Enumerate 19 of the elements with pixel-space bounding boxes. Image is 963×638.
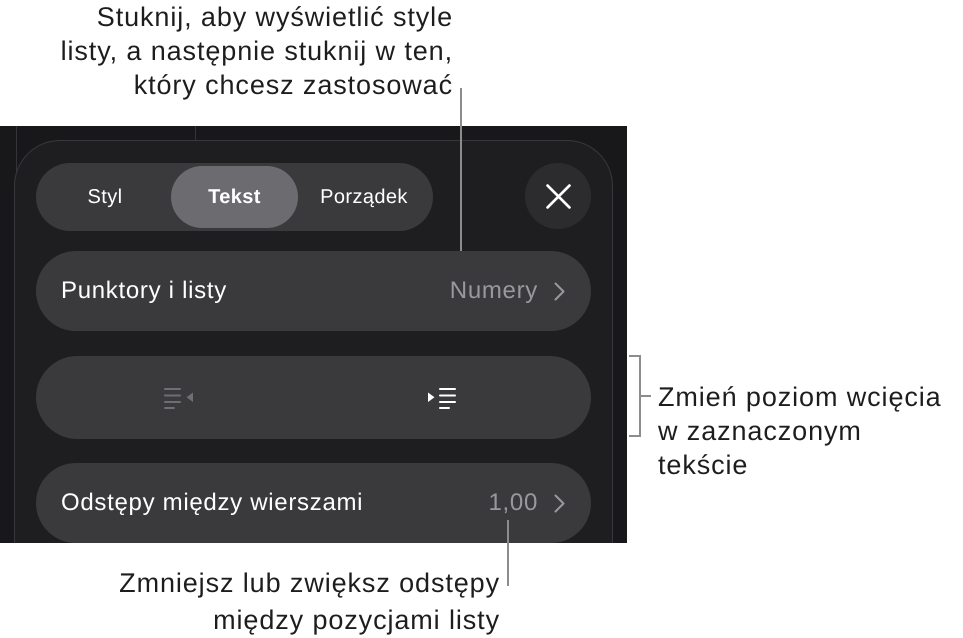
row-value: 1,00 (488, 488, 538, 518)
settings-row[interactable]: Odstępy między wierszami 1,00 (36, 463, 591, 543)
callout-text: Zmniejsz lub zwiększ odstępy między pozycjami listy (119, 567, 500, 637)
row-label: Odstępy między wierszami (61, 488, 364, 518)
chevron-icon (554, 494, 565, 512)
close-icon (546, 184, 570, 208)
tab[interactable]: Porządek (298, 166, 430, 228)
indent-button[interactable] (426, 386, 457, 408)
indent-icon (426, 386, 457, 408)
settings-row[interactable]: Punktory i listy Numery (36, 251, 591, 331)
callout-text: Zmień poziom wcięcia w zaznaczonym tekście (658, 381, 942, 482)
row-value: Numery (450, 276, 538, 306)
outdent-icon (164, 386, 194, 408)
tab[interactable]: Styl (39, 166, 171, 228)
tab[interactable]: Tekst (171, 166, 298, 228)
callout-text: Stuknij, aby wyświetlić style listy, a następnie stuknij w ten, który chcesz zastosować (60, 1, 453, 102)
chevron-icon (554, 282, 565, 300)
row-label: Punktory i listy (61, 276, 227, 306)
leader-line (507, 520, 509, 586)
